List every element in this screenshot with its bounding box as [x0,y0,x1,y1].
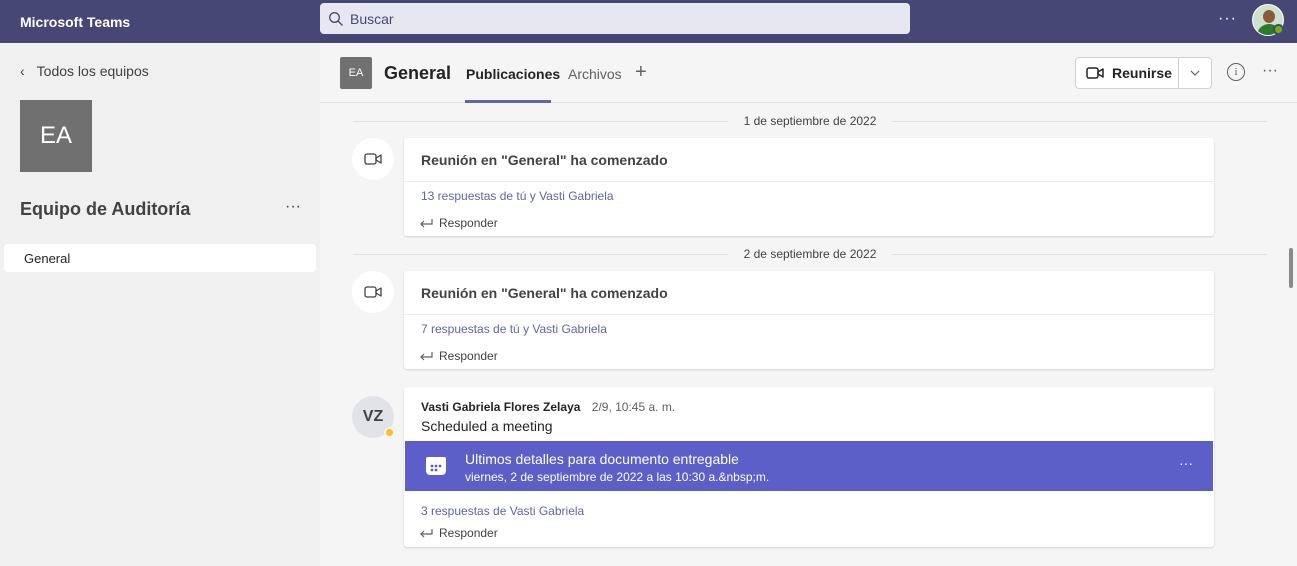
chevron-left-icon: ‹ [20,63,25,79]
tab-archivos[interactable]: Archivos [568,66,622,82]
team-pane: ‹ Todos los equipos EA Equipo de Auditor… [0,43,320,566]
meeting-video-icon [352,138,394,180]
meeting-card[interactable]: Ultimos detalles para documento entregab… [405,441,1213,491]
message-timestamp: 2/9, 10:45 a. m. [591,400,676,414]
date-separator: 1 de septiembre de 2022 [353,113,1268,129]
reply-label: Responder [439,349,498,363]
feed-scrollbar[interactable] [1289,248,1293,288]
channel-header: EA General Publicaciones Archivos + Reun… [320,43,1297,103]
app-title: Microsoft Teams [20,13,131,30]
channel-title: General [384,63,452,83]
top-more-icon[interactable]: ··· [1218,10,1237,28]
search-box[interactable] [320,3,910,34]
replies-link[interactable]: 13 respuestas de tú y Vasti Gabriela [404,189,1214,203]
message-header: Vasti Gabriela Flores Zelaya 2/9, 10:45 … [421,400,675,414]
meeting-date: viernes, 2 de septiembre de 2022 a las 1… [465,470,770,484]
reply-icon [420,352,433,361]
presence-available-icon [1273,24,1284,35]
reply-label: Responder [439,216,498,230]
top-bar: Microsoft Teams ··· [0,0,1297,43]
replies-link[interactable]: 3 respuestas de Vasti Gabriela [404,504,584,518]
conversation-feed: 1 de septiembre de 2022 Reunión en "Gene… [320,103,1297,566]
reply-icon [420,529,433,538]
date-separator: 2 de septiembre de 2022 [353,246,1268,262]
reply-button[interactable]: Responder [404,526,498,540]
reply-button[interactable]: Responder [404,349,1214,363]
meeting-video-icon [352,271,394,313]
meeting-title: Ultimos detalles para documento entregab… [465,451,739,467]
presence-away-icon [384,427,395,438]
video-camera-icon [1086,67,1104,79]
post-title: Reunión en "General" ha comenzado [404,138,1214,182]
back-to-teams-link[interactable]: ‹ Todos los equipos [20,63,149,79]
calendar-icon [426,457,446,475]
team-name: Equipo de Auditoría [20,199,191,219]
post-card: Reunión en "General" ha comenzado 13 res… [404,138,1214,236]
search-input[interactable] [350,10,890,27]
search-icon [329,11,343,26]
reply-label: Responder [439,526,498,540]
channel-team-avatar: EA [340,57,372,89]
date-label: 2 de septiembre de 2022 [743,247,877,261]
meet-button[interactable]: Reunirse [1075,57,1212,89]
date-label: 1 de septiembre de 2022 [743,114,877,128]
meet-now-button[interactable]: Reunirse [1076,58,1180,88]
channel-more-icon[interactable]: ··· [1262,62,1278,80]
team-more-icon[interactable]: ··· [285,198,301,216]
post-title: Reunión en "General" ha comenzado [404,271,1214,315]
meet-button-label: Reunirse [1112,65,1172,81]
meeting-more-icon[interactable]: ··· [1179,455,1193,471]
channel-item-label: General [24,250,71,266]
reply-icon [420,219,433,228]
channel-item-general[interactable]: General [4,244,316,272]
message-text: Scheduled a meeting [421,418,553,434]
avatar-head-shape [1263,10,1275,23]
tab-publicaciones[interactable]: Publicaciones [466,66,560,82]
chevron-down-icon[interactable] [1179,70,1211,76]
author-name: Vasti Gabriela Flores Zelaya [421,400,581,414]
reply-button[interactable]: Responder [404,216,1214,230]
post-card: Reunión en "General" ha comenzado 7 resp… [404,271,1214,369]
back-to-teams-label: Todos los equipos [36,63,149,79]
info-icon[interactable]: i [1227,63,1245,81]
add-tab-icon[interactable]: + [635,61,647,84]
replies-link[interactable]: 7 respuestas de tú y Vasti Gabriela [404,322,1214,336]
team-avatar: EA [20,100,92,172]
